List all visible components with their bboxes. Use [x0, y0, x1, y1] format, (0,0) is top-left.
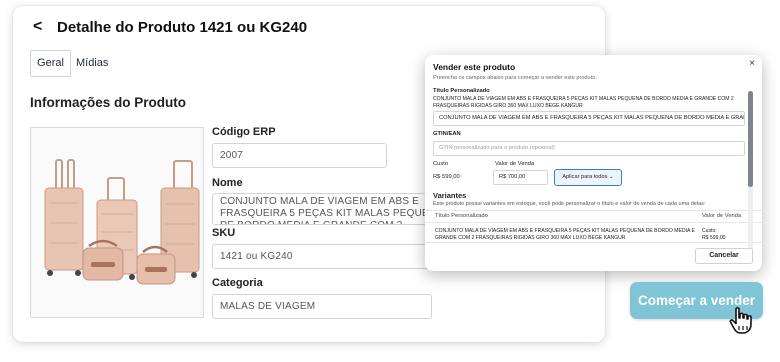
divider — [425, 242, 762, 243]
codigo-erp-label: Código ERP — [212, 126, 276, 138]
variant-row-cost: Custo: R$ 599,00 — [702, 228, 726, 241]
variant-custo-value: R$ 599,00 — [702, 234, 726, 241]
variant-row-title: CONJUNTO MALA DE VIAGEM EM ABS E FRASQUE… — [435, 228, 695, 241]
close-icon[interactable]: × — [749, 58, 755, 69]
col-titulo-header: Título Personalizado — [435, 213, 488, 219]
tab-geral[interactable]: Geral — [30, 50, 71, 77]
back-button[interactable]: < — [33, 18, 42, 36]
divider — [425, 210, 762, 211]
scrollbar-thumb[interactable] — [748, 91, 753, 187]
luggage-set-image — [44, 159, 200, 285]
sku-label: SKU — [212, 227, 236, 239]
codigo-erp-field[interactable]: 2007 — [212, 143, 387, 168]
scrollbar[interactable] — [748, 91, 753, 259]
modal-title: Vender este produto — [433, 62, 516, 72]
titulo-personalizado-input[interactable]: CONJUNTO MALA DE VIAGEM EM ABS E FRASQUE… — [433, 111, 745, 126]
section-title: Informações do Produto — [30, 95, 187, 110]
product-image — [30, 127, 204, 318]
sku-field[interactable]: 1421 ou KG240 — [212, 244, 452, 269]
titulo-personalizado-note: CONJUNTO MALA DE VIAGEM EM ABS E FRASQUE… — [433, 96, 734, 109]
categoria-field[interactable]: MALAS DE VIAGEM — [212, 294, 432, 319]
modal-subtitle: Preencha os campos abaixo para começar a… — [433, 75, 597, 81]
apply-to-all-button[interactable]: Aplicar para todos ⌄ — [554, 169, 622, 186]
titulo-personalizado-label: Título Personalizado — [433, 88, 490, 94]
divider — [425, 222, 762, 223]
valor-venda-input[interactable]: R$ 700,00 — [493, 170, 548, 185]
chevron-down-icon: ⌄ — [608, 174, 614, 180]
variants-description: Este produto possui variantes em estoque… — [433, 201, 706, 207]
hand-pointer-icon — [729, 307, 752, 334]
custo-value: R$ 599,00 — [433, 174, 460, 180]
valor-venda-label: Valor de Venda — [495, 161, 535, 167]
apply-to-all-label: Aplicar para todos — [562, 174, 608, 180]
categoria-label: Categoria — [212, 277, 263, 289]
suitcase-large-left — [44, 159, 84, 276]
nome-field[interactable]: CONJUNTO MALA DE VIAGEM EM ABS E FRASQUE… — [212, 193, 452, 225]
sell-product-modal: Vender este produto × Preencha os campos… — [425, 55, 762, 271]
custo-label: Custo — [433, 161, 449, 167]
page-title: Detalhe do Produto 1421 ou KG240 — [57, 19, 308, 36]
col-valor-header: Valor de Venda — [702, 213, 742, 219]
cancel-button[interactable]: Cancelar — [695, 248, 753, 264]
variants-title: Variantes — [433, 191, 467, 200]
gtin-label: GTIN/EAN — [433, 131, 461, 137]
page-header: < Detalhe do Produto 1421 ou KG240 — [13, 6, 605, 50]
tab-midias[interactable]: Mídias — [76, 50, 108, 77]
gtin-input[interactable]: GTIN personalizado para o produto (opcio… — [433, 141, 745, 156]
nome-label: Nome — [212, 177, 243, 189]
stage: < Detalhe do Produto 1421 ou KG240 Geral… — [0, 0, 780, 362]
